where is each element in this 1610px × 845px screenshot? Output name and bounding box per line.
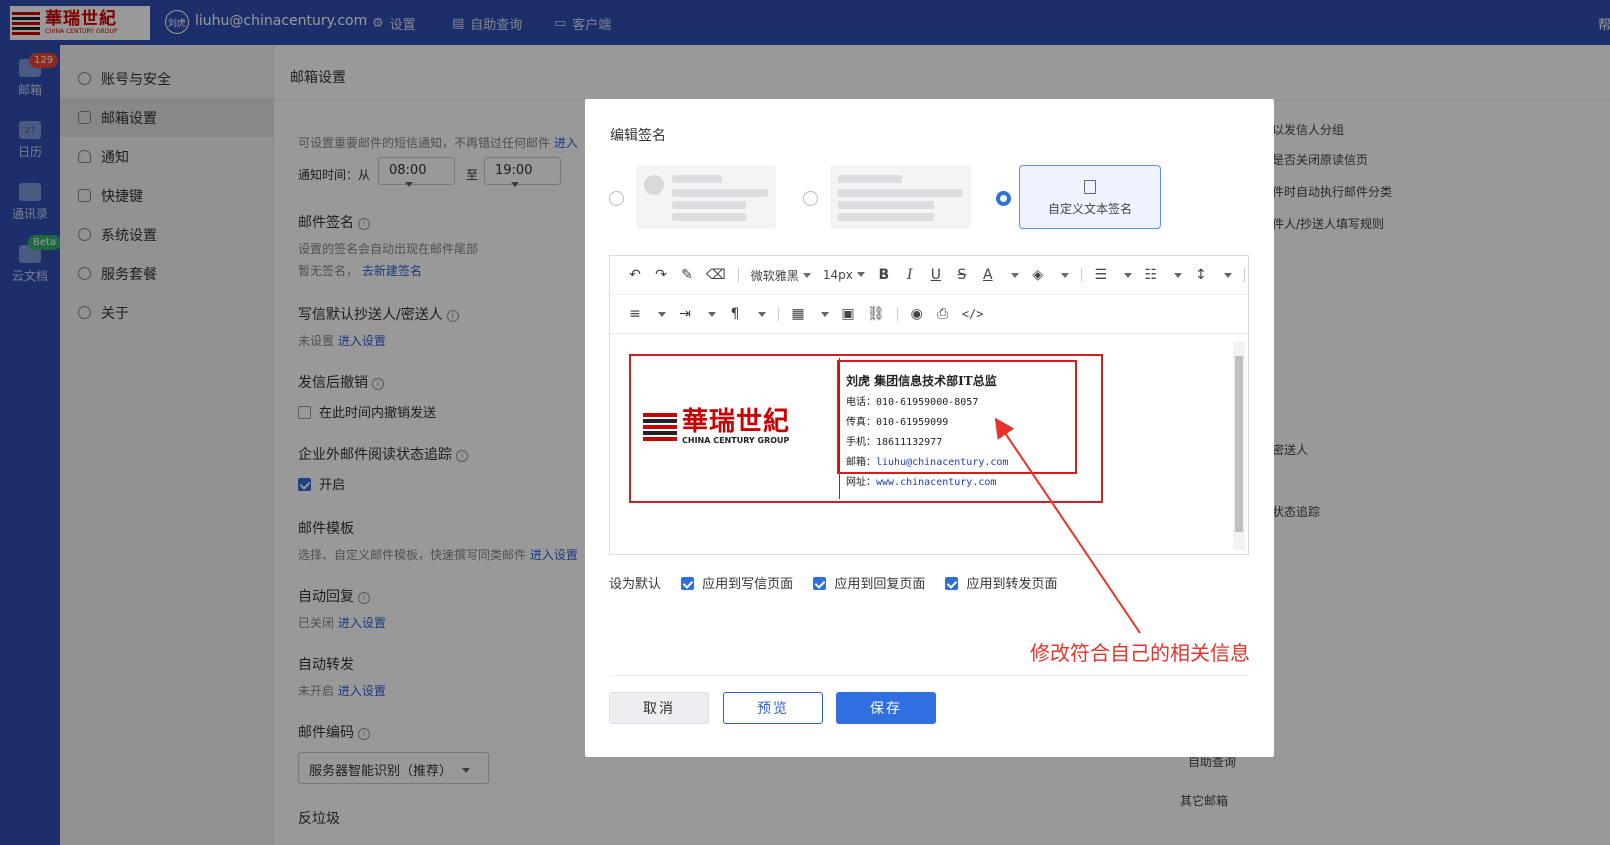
avatar-placeholder-icon [644, 175, 664, 195]
cancel-button[interactable]: 取消 [609, 692, 709, 724]
checkbox-checked-icon [681, 577, 695, 590]
font-family-select[interactable]: 微软雅黑 [751, 267, 811, 284]
placeholder-bar [838, 175, 902, 183]
signature-logo: 華瑞世紀 CHINA CENTURY GROUP [643, 408, 790, 446]
apply-compose-checkbox[interactable]: 应用到写信页面 [681, 577, 793, 592]
eraser-icon[interactable]: ⌫ [706, 267, 726, 283]
image-icon[interactable]: ▣ [841, 306, 855, 322]
preview-button[interactable]: 预览 [723, 692, 823, 724]
numbered-list-icon[interactable]: ☷ [1144, 267, 1158, 283]
placeholder-bar [672, 213, 746, 221]
placeholder-bar [838, 201, 934, 209]
chevron-down-icon[interactable] [1123, 272, 1132, 278]
chevron-down-icon[interactable] [821, 311, 829, 317]
placeholder-bar [838, 213, 934, 221]
template-option-1[interactable] [636, 165, 776, 229]
chevron-down-icon[interactable] [1010, 272, 1019, 278]
signature-phone[interactable]: 电话：010-61959000-8057 [846, 393, 978, 408]
italic-icon[interactable]: I [903, 267, 917, 283]
toolbar-row-1: ↶ ↷ ✎ ⌫ 微软雅黑 14px B I U S A ◈ ☰ ☷ ↕ [610, 256, 1248, 295]
format-painter-icon[interactable]: ✎ [680, 267, 694, 283]
toolbar-divider [778, 307, 779, 321]
signature-website[interactable]: 网址：www.chinacentury.com [846, 473, 996, 488]
toolbar-divider [1080, 268, 1082, 282]
paragraph-icon[interactable]: ¶ [728, 306, 742, 322]
table-icon[interactable]: ▦ [791, 306, 805, 322]
checkbox-checked-icon [813, 577, 827, 590]
placeholder-bar [672, 189, 768, 197]
signature-name-title[interactable]: 刘虎 集团信息技术部IT总监 [846, 372, 997, 389]
dialog-title: 编辑签名 [610, 128, 666, 144]
bold-icon[interactable]: B [877, 267, 891, 283]
chevron-down-icon[interactable] [758, 311, 766, 317]
align-icon[interactable]: ≡ [628, 306, 642, 322]
signature-table[interactable]: 華瑞世紀 CHINA CENTURY GROUP 刘虎 集团信息技术部IT总监 … [629, 354, 1103, 503]
template-option-custom[interactable]: 自定义文本签名 [1019, 165, 1161, 229]
save-button[interactable]: 保存 [836, 692, 936, 724]
defaults-label: 设为默认 [609, 577, 662, 592]
template-radio-custom[interactable] [996, 191, 1011, 206]
print-icon[interactable]: ⎙ [936, 306, 950, 322]
font-size-select[interactable]: 14px [823, 268, 865, 282]
undo-icon[interactable]: ↶ [628, 267, 642, 283]
annotation-text: 修改符合自己的相关信息 [1030, 641, 1250, 665]
custom-template-label: 自定义文本签名 [1047, 202, 1132, 216]
chevron-down-icon[interactable] [1173, 272, 1182, 278]
chevron-down-icon [856, 272, 865, 277]
highlight-icon[interactable]: ◈ [1031, 267, 1045, 283]
placeholder-bar [838, 189, 962, 197]
link-icon[interactable]: ⛓ [867, 306, 885, 322]
code-icon[interactable]: </> [962, 307, 984, 321]
apply-forward-checkbox[interactable]: 应用到转发页面 [945, 577, 1057, 592]
preview-eye-icon[interactable]: ◉ [910, 306, 924, 322]
signature-fax[interactable]: 传真：010-61959099 [846, 413, 948, 428]
font-color-icon[interactable]: A [981, 267, 995, 283]
chevron-down-icon[interactable] [658, 311, 666, 317]
toolbar-divider [737, 268, 739, 282]
checkbox-checked-icon [945, 577, 959, 590]
signature-mobile[interactable]: 手机：18611132977 [846, 433, 942, 448]
toolbar-divider [1243, 268, 1245, 282]
template-radio-2[interactable] [803, 191, 818, 206]
chevron-down-icon[interactable] [1223, 272, 1232, 278]
redo-icon[interactable]: ↷ [654, 267, 668, 283]
scrollbar-thumb[interactable] [1235, 356, 1243, 532]
chevron-down-icon[interactable] [1060, 272, 1069, 278]
editor-scrollbar[interactable] [1233, 342, 1245, 550]
logo-mark-icon [643, 413, 677, 441]
strikethrough-icon[interactable]: S [955, 267, 969, 283]
apply-reply-checkbox[interactable]: 应用到回复页面 [813, 577, 925, 592]
signature-editor: ↶ ↷ ✎ ⌫ 微软雅黑 14px B I U S A ◈ ☰ ☷ ↕ ≡ ⇥ … [609, 255, 1249, 555]
signature-email[interactable]: 邮箱：liuhu@chinacentury.com [846, 453, 1008, 468]
toolbar-divider [896, 307, 898, 321]
signature-logo-en: CHINA CENTURY GROUP [682, 436, 790, 445]
chevron-down-icon[interactable] [708, 311, 716, 317]
indent-icon[interactable]: ⇥ [678, 306, 692, 322]
bullet-list-icon[interactable]: ☰ [1094, 267, 1108, 283]
default-options: 设为默认 应用到写信页面 应用到回复页面 应用到转发页面 [609, 573, 1057, 592]
signature-logo-cn: 華瑞世紀 [682, 407, 791, 437]
placeholder-bar [672, 175, 722, 183]
template-option-2[interactable] [830, 165, 971, 229]
dialog-footer-divider [609, 675, 1249, 676]
underline-icon[interactable]: U [929, 267, 943, 283]
template-radio-1[interactable] [609, 191, 624, 206]
chevron-down-icon [802, 272, 811, 278]
toolbar-row-2: ≡ ⇥ ¶ ▦ ▣ ⛓ ◉ ⎙ </> [610, 295, 1248, 334]
line-height-icon[interactable]: ↕ [1194, 267, 1208, 283]
document-icon [1084, 180, 1096, 194]
placeholder-bar [672, 201, 746, 209]
